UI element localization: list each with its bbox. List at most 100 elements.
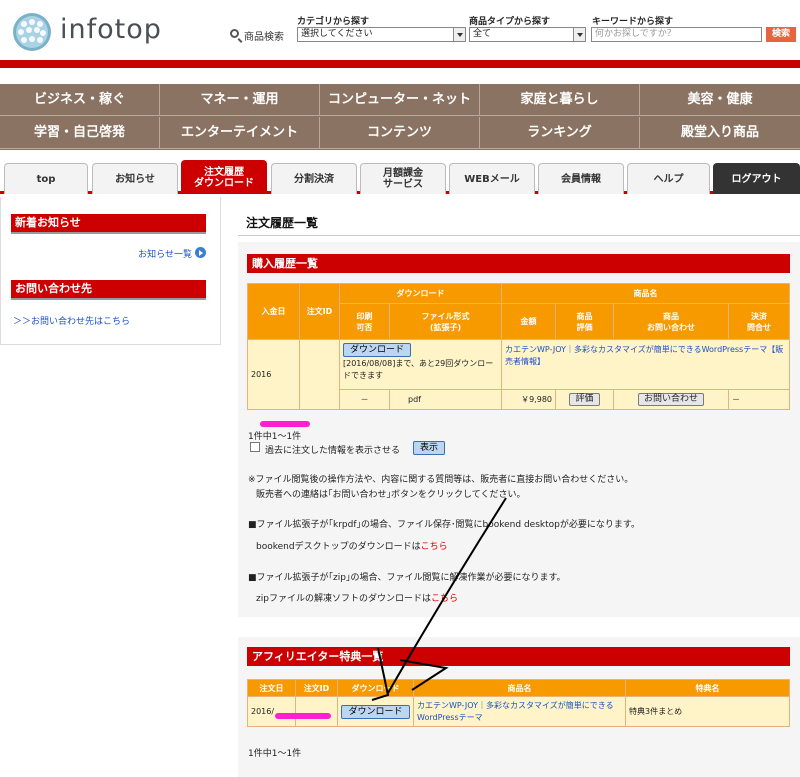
product-link[interactable]: カエテンWP-JOY｜多彩なカスタマイズが簡単にできるWordPressテーマ xyxy=(505,345,767,354)
past-orders-checkbox[interactable] xyxy=(250,442,260,452)
contact-heading: お問い合わせ先 xyxy=(11,280,206,300)
bookend-download-row: bookendデスクトップのダウンロードはこちら xyxy=(256,539,448,552)
aff-product-link[interactable]: カエテンWP-JOY｜多彩なカスタマイズが簡単にできるWordPressテーマ xyxy=(417,701,614,722)
search-icon xyxy=(230,29,239,38)
nav-home[interactable]: 家庭と暮らし xyxy=(480,84,640,116)
contact-link[interactable]: ＞＞お問い合わせ先はこちら xyxy=(13,314,130,327)
inquiry-cell: お問い合わせ xyxy=(613,389,729,410)
aff-date-cell: 2016/ xyxy=(247,696,296,727)
rating-button[interactable]: 評価 xyxy=(569,393,600,406)
aff-download-button[interactable]: ダウンロード xyxy=(341,704,410,719)
purchase-order-id-cell xyxy=(299,339,340,410)
tab-order-history[interactable]: 注文履歴 ダウンロード xyxy=(181,160,267,194)
category-nav: ビジネス・稼ぐ マネー・運用 コンピューター・ネット 家庭と暮らし 美容・健康 … xyxy=(0,84,800,150)
category-label: カテゴリから探す xyxy=(297,17,370,27)
notice-line-1: ※ファイル閲覧後の操作方法や、内容に関する質問等は、販売者に直接お問い合わせくだ… xyxy=(248,475,634,485)
col-format: ファイル形式 (拡張子) xyxy=(389,303,502,340)
col-settle: 決済 問合せ xyxy=(728,303,790,340)
affiliate-count: 1件中1～1件 xyxy=(248,749,302,759)
purchase-download-button[interactable]: ダウンロード xyxy=(343,343,412,357)
tab-installment[interactable]: 分割決済 xyxy=(271,163,357,194)
aff-product-cell: カエテンWP-JOY｜多彩なカスタマイズが簡単にできるWordPressテーマ xyxy=(413,696,626,727)
notice-line-2: 販売者への連絡は｢お問い合わせ｣ボタンをクリックしてください。 xyxy=(256,490,526,500)
aff-download-cell: ダウンロード xyxy=(337,696,414,727)
bookend-text: bookendデスクトップのダウンロードは xyxy=(256,542,421,552)
rating-cell: 評価 xyxy=(555,389,614,410)
type-select[interactable]: 全て xyxy=(469,27,586,42)
news-list-link[interactable]: お知らせ一覧 xyxy=(138,247,192,260)
past-orders-label: 過去に注文した情報を表示させる xyxy=(265,446,401,456)
keyword-label: キーワードから探す xyxy=(592,17,674,27)
tab-news[interactable]: お知らせ xyxy=(92,163,178,194)
type-label: 商品タイプから探す xyxy=(469,17,551,27)
col-product: 商品名 xyxy=(501,283,790,304)
header-red-bar xyxy=(0,60,800,68)
search-button[interactable]: 検索 xyxy=(766,27,796,42)
purchase-table: 入金日 注文ID ダウンロード 商品名 印刷 可否 ファイル形式 (拡張子) 金… xyxy=(247,283,790,410)
download-cell: ダウンロード [2016/08/08]まで、あと29回ダウンロードできます xyxy=(339,339,502,390)
purchase-date: 2016 xyxy=(251,370,272,379)
col-order-id: 注文ID xyxy=(299,283,340,340)
nav-contents[interactable]: コンテンツ xyxy=(320,117,480,149)
nav-study[interactable]: 学習・自己啓発 xyxy=(0,117,160,149)
keyword-input[interactable]: 何かお探しですか？ xyxy=(591,27,762,42)
col-download: ダウンロード xyxy=(339,283,502,304)
member-tabs: top お知らせ 注文履歴 ダウンロード 分割決済 月額課金 サービス WEBメ… xyxy=(0,160,800,194)
arrow-right-icon[interactable] xyxy=(195,247,206,258)
site-header: infotop 商品検索 カテゴリから探す 選択してください 商品タイプから探す… xyxy=(0,0,800,60)
bookend-here-link[interactable]: こちら xyxy=(421,542,448,552)
price-value: ￥9,980 xyxy=(501,389,556,410)
purchase-date-cell: 2016 xyxy=(247,339,300,410)
purchase-count: 1件中1～1件 xyxy=(248,432,302,442)
page-title: 注文履歴一覧 xyxy=(246,216,319,230)
print-value: － xyxy=(339,389,390,410)
aff-bonus: 特典3件まとめ xyxy=(625,696,790,727)
nav-computer[interactable]: コンピューター・ネット xyxy=(320,84,480,116)
affiliate-heading: アフィリエイター特典一覧 xyxy=(247,647,790,666)
nav-beauty[interactable]: 美容・健康 xyxy=(640,84,800,116)
tab-subscription[interactable]: 月額課金 サービス xyxy=(360,163,446,194)
redaction-scribble xyxy=(260,421,310,427)
category-value: 選択してください xyxy=(301,29,373,39)
aff-col-date: 注文日 xyxy=(247,679,296,697)
tab-help[interactable]: ヘルプ xyxy=(627,163,710,194)
col-price: 金額 xyxy=(501,303,556,340)
col-date: 入金日 xyxy=(247,283,300,340)
chevron-down-icon xyxy=(453,28,465,41)
main-content: 注文履歴一覧 購入履歴一覧 入金日 注文ID ダウンロード 商品名 印刷 可否 … xyxy=(238,197,800,777)
nav-ranking[interactable]: ランキング xyxy=(480,117,640,149)
show-button[interactable]: 表示 xyxy=(413,441,446,455)
affiliate-table: 注文日 注文ID ダウンロード 商品名 特典名 2016/ ダウンロード カエテ… xyxy=(247,679,790,727)
chevron-down-icon xyxy=(573,28,585,41)
product-cell: カエテンWP-JOY｜多彩なカスタマイズが簡単にできるWordPressテーマ【… xyxy=(501,339,790,390)
aff-order-id-cell xyxy=(295,696,338,727)
category-select[interactable]: 選択してください xyxy=(297,27,466,42)
tab-logout[interactable]: ログアウト xyxy=(713,163,800,194)
aff-col-order-id: 注文ID xyxy=(295,679,338,697)
zip-here-link[interactable]: こちら xyxy=(431,594,458,604)
nav-business[interactable]: ビジネス・稼ぐ xyxy=(0,84,160,116)
tab-member-info[interactable]: 会員情報 xyxy=(538,163,624,194)
nav-hall-of-fame[interactable]: 殿堂入り商品 xyxy=(640,117,800,149)
tab-top[interactable]: top xyxy=(4,163,88,194)
col-rating: 商品 評価 xyxy=(555,303,614,340)
type-value: 全て xyxy=(473,29,492,39)
purchase-heading: 購入履歴一覧 xyxy=(247,254,790,273)
sidebar: 新着お知らせ お知らせ一覧 お問い合わせ先 ＞＞お問い合わせ先はこちら xyxy=(0,197,221,345)
logo-text: infotop xyxy=(60,14,162,45)
zip-note: ■ファイル拡張子が｢zip｣の場合、ファイル閲覧に解凍作業が必要になります。 xyxy=(248,573,566,583)
nav-entertainment[interactable]: エンターテイメント xyxy=(160,117,320,149)
inquiry-button[interactable]: お問い合わせ xyxy=(637,393,704,406)
zip-text: zipファイルの解凍ソフトのダウンロードは xyxy=(256,594,431,604)
download-note: [2016/08/08]まで、あと29回ダウンロードできます xyxy=(343,359,494,380)
zip-download-row: zipファイルの解凍ソフトのダウンロードはこちら xyxy=(256,591,458,604)
aff-col-download: ダウンロード xyxy=(337,679,414,697)
aff-date: 2016/ xyxy=(251,707,275,716)
search-label: 商品検索 xyxy=(244,32,284,43)
tab-webmail[interactable]: WEBメール xyxy=(449,163,535,194)
nav-money[interactable]: マネー・運用 xyxy=(160,84,320,116)
format-value: pdf xyxy=(389,389,502,410)
logo-sphere-icon xyxy=(13,13,51,51)
purchase-history-box: 購入履歴一覧 入金日 注文ID ダウンロード 商品名 印刷 可否 ファイル形式 … xyxy=(238,242,800,617)
news-heading: 新着お知らせ xyxy=(11,214,206,234)
